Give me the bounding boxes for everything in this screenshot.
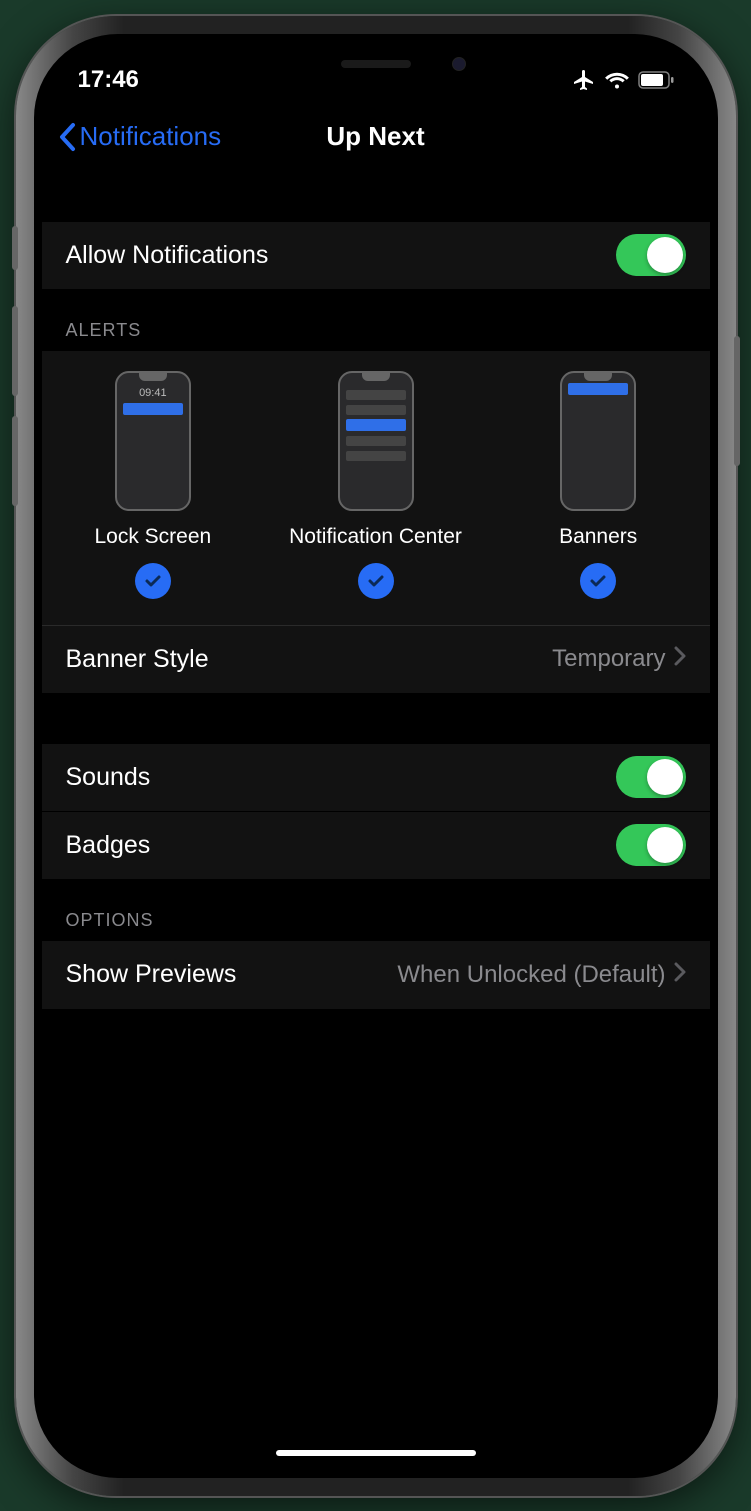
sounds-row: Sounds <box>42 744 710 812</box>
check-icon <box>135 563 171 599</box>
alert-label: Banners <box>559 525 637 549</box>
show-previews-value: When Unlocked (Default) <box>397 961 665 989</box>
allow-notifications-toggle[interactable] <box>616 234 686 276</box>
back-label: Notifications <box>80 121 222 152</box>
side-button-silence <box>12 226 18 270</box>
airplane-icon <box>572 68 596 92</box>
badges-label: Badges <box>66 831 151 860</box>
status-time: 17:46 <box>78 66 139 94</box>
check-icon <box>358 563 394 599</box>
alert-option-lock-screen[interactable]: 09:41 Lock Screen <box>42 371 265 599</box>
lockscreen-preview-icon: 09:41 <box>115 371 191 511</box>
banner-style-value: Temporary <box>552 645 665 673</box>
home-indicator[interactable] <box>276 1450 476 1456</box>
page-title: Up Next <box>326 121 424 152</box>
badges-row: Badges <box>42 812 710 880</box>
show-previews-label: Show Previews <box>66 960 237 989</box>
screen: 17:46 Notificatio <box>42 42 710 1470</box>
alert-label: Notification Center <box>289 525 462 549</box>
alerts-row: 09:41 Lock Screen <box>42 351 710 626</box>
banner-preview-icon <box>560 371 636 511</box>
chevron-right-icon <box>674 961 686 989</box>
notification-center-preview-icon <box>338 371 414 511</box>
alert-option-notification-center[interactable]: Notification Center <box>264 371 487 599</box>
banner-style-label: Banner Style <box>66 645 209 674</box>
wifi-icon <box>604 70 630 90</box>
side-button-volume-up <box>12 306 18 396</box>
check-icon <box>580 563 616 599</box>
speaker-grille <box>341 60 411 68</box>
allow-notifications-row: Allow Notifications <box>42 222 710 290</box>
back-button[interactable]: Notifications <box>58 121 222 152</box>
allow-notifications-label: Allow Notifications <box>66 241 269 270</box>
sounds-label: Sounds <box>66 763 151 792</box>
side-button-volume-down <box>12 416 18 506</box>
notch <box>226 42 526 86</box>
chevron-right-icon <box>674 645 686 673</box>
alert-label: Lock Screen <box>94 525 211 549</box>
alerts-header: Alerts <box>42 290 710 351</box>
show-previews-row[interactable]: Show Previews When Unlocked (Default) <box>42 941 710 1009</box>
alert-option-banners[interactable]: Banners <box>487 371 710 599</box>
banner-style-row[interactable]: Banner Style Temporary <box>42 626 710 694</box>
options-header: Options <box>42 880 710 941</box>
side-button-power <box>734 336 740 466</box>
front-camera <box>452 57 466 71</box>
badges-toggle[interactable] <box>616 824 686 866</box>
nav-bar: Notifications Up Next <box>42 102 710 172</box>
battery-icon <box>638 71 674 89</box>
device-frame: 17:46 Notificatio <box>16 16 736 1496</box>
sounds-toggle[interactable] <box>616 756 686 798</box>
